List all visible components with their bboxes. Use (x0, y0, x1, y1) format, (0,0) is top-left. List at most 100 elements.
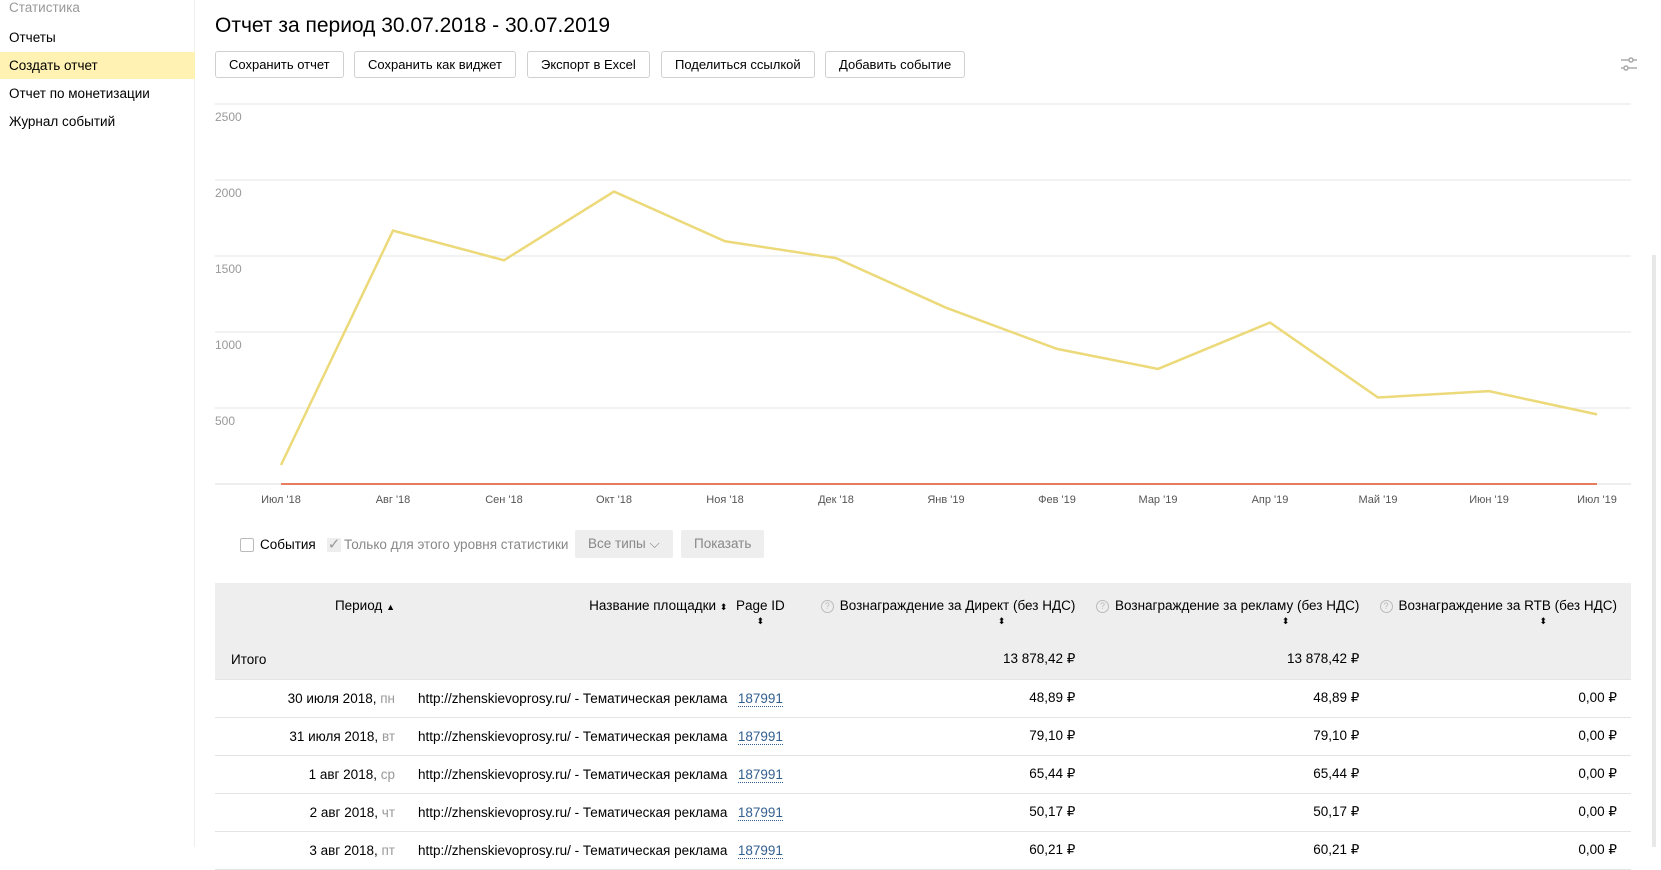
only-level-toggle[interactable]: ✓ Только для этого уровня статистики (327, 531, 568, 558)
day-of-week: вт (381, 728, 395, 744)
sort-asc-icon: ▲ (386, 602, 395, 612)
row-site: http://zhenskievoprosy.ru/ - Тематическа… (395, 679, 728, 718)
row-site: http://zhenskievoprosy.ru/ - Тематическа… (395, 831, 728, 870)
page-id-link[interactable]: 187991 (737, 804, 783, 821)
date-text: 3 авг 2018, (309, 842, 378, 858)
save-widget-button[interactable]: Сохранить как виджет (354, 51, 516, 78)
table-row: 3 авг 2018, пт http://zhenskievoprosy.ru… (215, 831, 1631, 870)
date-text: 2 авг 2018, (309, 804, 379, 820)
row-date: 30 июля 2018, пн (215, 679, 395, 718)
x-tick-label: Окт '18 (596, 494, 632, 506)
page-title: Отчет за период 30.07.2018 - 30.07.2019 (215, 14, 611, 37)
event-types-dropdown[interactable]: Все типы ⌵ (575, 530, 673, 558)
row-direct: 50,17 ₽ (793, 793, 1090, 832)
row-ads: 60,21 ₽ (1089, 831, 1374, 870)
row-rtb: 0,00 ₽ (1373, 831, 1631, 870)
series-line-0 (279, 190, 1598, 466)
row-site: http://zhenskievoprosy.ru/ - Тематическа… (395, 717, 728, 756)
row-rtb: 0,00 ₽ (1373, 679, 1631, 718)
row-date: 1 авг 2018, ср (215, 755, 395, 794)
table-row: 31 июля 2018, вт http://zhenskievoprosy.… (215, 717, 1631, 756)
chevron-down-icon: ⌵ (649, 536, 660, 551)
sort-icon: ⬍ (756, 616, 765, 626)
page-id-link[interactable]: 187991 (737, 842, 783, 859)
sidebar-item-create-report[interactable]: Создать отчет (0, 52, 195, 79)
sidebar-item-reports[interactable]: Отчеты (0, 24, 195, 51)
page-id-link[interactable]: 187991 (737, 728, 783, 745)
x-tick-label: Июл '18 (261, 494, 301, 506)
sort-icon: ⬍ (1281, 616, 1290, 626)
help-icon[interactable]: ? (1379, 600, 1393, 613)
row-ads: 50,17 ₽ (1089, 793, 1374, 832)
y-tick-label: 1000 (215, 338, 242, 352)
page-id-link[interactable]: 187991 (737, 766, 783, 783)
y-tick-label: 2500 (215, 110, 242, 124)
x-tick-label: Июл '19 (1577, 494, 1617, 506)
x-tick-label: Фев '19 (1038, 494, 1076, 506)
sort-icon: ⬍ (719, 602, 728, 612)
row-rtb: 0,00 ₽ (1373, 793, 1631, 832)
page-id-link[interactable]: 187991 (737, 690, 783, 707)
sort-icon: ⬍ (1539, 616, 1547, 626)
help-icon[interactable]: ? (1096, 600, 1110, 613)
checkmark-icon[interactable]: ✓ (327, 537, 341, 552)
col-period[interactable]: Период ▲ (215, 583, 395, 640)
total-ads: 13 878,42 ₽ (1089, 640, 1374, 680)
col-site[interactable]: Название площадки ⬍ (395, 583, 728, 640)
col-period-label: Период (334, 598, 383, 613)
help-icon[interactable]: ? (820, 600, 834, 613)
col-rtb[interactable]: ? Вознаграждение за RTB (без НДС) ⬍ (1373, 583, 1631, 640)
row-direct: 79,10 ₽ (793, 717, 1090, 756)
col-rtb-label: Вознаграждение за RTB (без НДС) (1398, 598, 1617, 613)
date-text: 1 авг 2018, (308, 766, 377, 782)
day-of-week: пт (381, 842, 396, 858)
date-text: 30 июля 2018, (287, 690, 377, 706)
row-ads: 79,10 ₽ (1089, 717, 1374, 756)
col-page-id[interactable]: Page ID ⬍ (727, 583, 794, 640)
event-types-label: Все типы (588, 536, 646, 551)
col-ads-label: Вознаграждение за рекламу (без НДС) (1115, 598, 1360, 613)
x-tick-label: Дек '18 (818, 494, 854, 506)
save-report-button[interactable]: Сохранить отчет (215, 51, 344, 78)
row-direct: 65,44 ₽ (793, 755, 1090, 794)
row-date: 31 июля 2018, вт (215, 717, 395, 756)
x-tick-label: Авг '18 (376, 494, 411, 506)
x-tick-label: Янв '19 (927, 494, 964, 506)
scrollbar[interactable] (1652, 255, 1656, 847)
sliders-icon[interactable] (1620, 56, 1638, 72)
date-text: 31 июля 2018, (289, 728, 379, 744)
events-toggle[interactable]: События (240, 531, 316, 558)
x-tick-label: Июн '19 (1469, 494, 1509, 506)
report-table: Период ▲ Название площадки ⬍ Page ID ⬍ ? В… (215, 583, 1631, 870)
x-tick-label: Мар '19 (1139, 494, 1178, 506)
events-checkbox[interactable] (240, 537, 254, 552)
col-site-label: Название площадки (589, 598, 717, 613)
col-page-id-label: Page ID (735, 598, 785, 613)
export-excel-button[interactable]: Экспорт в Excel (527, 51, 650, 78)
row-rtb: 0,00 ₽ (1373, 755, 1631, 794)
x-tick-label: Май '19 (1359, 494, 1398, 506)
sort-icon: ⬍ (997, 616, 1006, 626)
row-ads: 65,44 ₽ (1089, 755, 1374, 794)
x-tick-label: Ноя '18 (706, 494, 743, 506)
x-tick-label: Апр '19 (1252, 494, 1289, 506)
col-direct[interactable]: ? Вознаграждение за Директ (без НДС) ⬍ (793, 583, 1090, 640)
col-ads[interactable]: ? Вознаграждение за рекламу (без НДС) ⬍ (1089, 583, 1374, 640)
table-row: 30 июля 2018, пн http://zhenskievoprosy.… (215, 679, 1631, 718)
add-event-button[interactable]: Добавить событие (825, 51, 966, 78)
total-row: Итого 13 878,42 ₽ 13 878,42 ₽ (215, 640, 1631, 680)
share-link-button[interactable]: Поделиться ссылкой (661, 51, 815, 78)
row-direct: 48,89 ₽ (793, 679, 1090, 718)
table-row: 2 авг 2018, чт http://zhenskievoprosy.ru… (215, 793, 1631, 832)
show-button[interactable]: Показать (681, 530, 765, 558)
table-row: 1 авг 2018, ср http://zhenskievoprosy.ru… (215, 755, 1631, 794)
row-rtb: 0,00 ₽ (1373, 717, 1631, 756)
row-date: 3 авг 2018, пт (215, 831, 396, 870)
row-direct: 60,21 ₽ (793, 831, 1090, 870)
x-tick-label: Сен '18 (485, 494, 523, 506)
row-ads: 48,89 ₽ (1089, 679, 1374, 718)
only-level-label: Только для этого уровня статистики (344, 537, 569, 552)
total-direct: 13 878,42 ₽ (793, 640, 1090, 680)
day-of-week: ср (380, 766, 395, 782)
y-tick-label: 1500 (215, 262, 242, 276)
